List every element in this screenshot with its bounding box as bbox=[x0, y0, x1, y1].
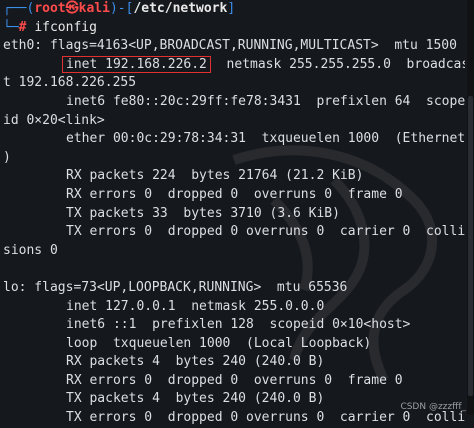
scrollbar[interactable] bbox=[467, 0, 474, 415]
eth0-inet-address: inet 192.168.226.2 bbox=[66, 56, 207, 72]
lo-loop: loop txqueuelen 1000 (Local Loopback) bbox=[66, 335, 372, 351]
eth0-inet6-wrap: id 0×20<link> bbox=[3, 112, 105, 128]
eth0-tx-errors: TX errors 0 dropped 0 overruns 0 carrier… bbox=[66, 224, 465, 240]
eth0-ether-wrap: ) bbox=[3, 149, 11, 165]
lo-inet6: inet6 ::1 prefixlen 128 scopeid 0×10<hos… bbox=[66, 317, 411, 333]
lo-tx-packets: TX packets 4 bytes 240 (240.0 B) bbox=[66, 391, 325, 407]
prompt-symbol: ㉿ bbox=[65, 1, 79, 16]
inet-highlight-box: inet 192.168.226.2 bbox=[62, 55, 211, 73]
eth0-inet-rest: netmask 255.255.255.0 broadcas bbox=[210, 56, 465, 72]
prompt-path: /etc/network bbox=[133, 1, 228, 16]
prompt-user: root bbox=[34, 1, 66, 16]
watermark-text: CSDN @zzzfff_ bbox=[400, 402, 466, 412]
eth0-inet-line: inet 192.168.226.2 netmask 255.255.255.0… bbox=[3, 55, 465, 75]
eth0-tx-errors-wrap: sions 0 bbox=[3, 242, 58, 258]
eth0-rx-packets: RX packets 224 bytes 21764 (21.2 KiB) bbox=[66, 168, 364, 184]
scrollbar-thumb[interactable] bbox=[468, 96, 473, 396]
eth0-ether: ether 00:0c:29:78:34:31 txqueuelen 1000 … bbox=[66, 131, 465, 147]
eth0-inet-wrap: t 192.168.226.255 bbox=[3, 75, 137, 91]
terminal-output: ┌──(root㉿kali)-[/etc/network] └─# ifconf… bbox=[3, 0, 465, 425]
eth0-tx-packets: TX packets 33 bytes 3710 (3.6 KiB) bbox=[66, 205, 340, 221]
lo-rx-errors: RX errors 0 dropped 0 overruns 0 frame 0 bbox=[66, 372, 403, 388]
lo-tx-errors: TX errors 0 dropped 0 overruns 0 carrier… bbox=[66, 410, 465, 426]
prompt-hash: # bbox=[18, 19, 27, 35]
lo-inet: inet 127.0.0.1 netmask 255.0.0.0 bbox=[66, 298, 325, 314]
command-line: └─# ifconfig bbox=[3, 19, 97, 35]
lo-rx-packets: RX packets 4 bytes 240 (240.0 B) bbox=[66, 354, 325, 370]
eth0-header: eth0: flags=4163<UP,BROADCAST,RUNNING,MU… bbox=[3, 38, 457, 54]
eth0-inet6: inet6 fe80::20c:29ff:fe78:3431 prefixlen… bbox=[66, 93, 465, 109]
prompt-line: ┌──(root㉿kali)-[/etc/network] bbox=[3, 1, 236, 16]
eth0-rx-errors: RX errors 0 dropped 0 overruns 0 frame 0 bbox=[66, 186, 403, 202]
command-text: ifconfig bbox=[34, 19, 97, 35]
lo-header: lo: flags=73<UP,LOOPBACK,RUNNING> mtu 65… bbox=[3, 279, 348, 295]
prompt-host: kali bbox=[78, 1, 110, 16]
